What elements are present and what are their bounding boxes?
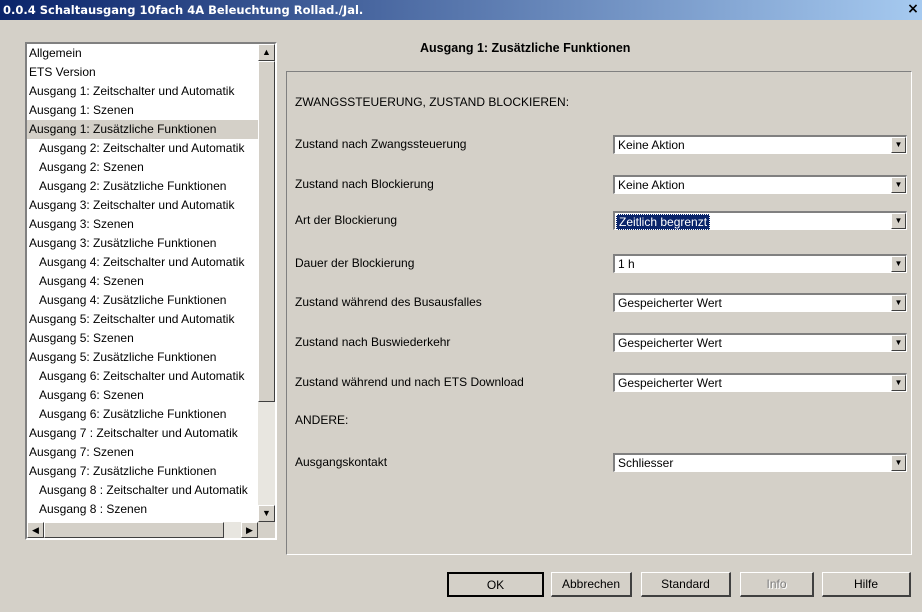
parameter-dropdown[interactable]: Keine Aktion ▼ (613, 175, 907, 194)
parameter-label: Ausgangskontakt (295, 455, 388, 469)
parameter-label: Zustand nach Blockierung (295, 177, 434, 191)
standard-button[interactable]: Standard (641, 572, 731, 597)
tree-item[interactable]: Ausgang 4: Zusätzliche Funktionen (27, 291, 258, 310)
parameter-dropdown[interactable]: 1 h ▼ (613, 254, 907, 273)
parameter-dropdown[interactable]: Gespeicherter Wert ▼ (613, 373, 907, 392)
tree-item[interactable]: Ausgang 8 : Szenen (27, 500, 258, 519)
tree-item[interactable]: Ausgang 2: Zusätzliche Funktionen (27, 177, 258, 196)
scroll-right-icon[interactable]: ▶ (241, 522, 258, 538)
parameter-label: Zustand während und nach ETS Download (295, 375, 524, 389)
chevron-down-icon[interactable]: ▼ (891, 455, 906, 471)
tree-item[interactable]: Allgemein (27, 44, 258, 63)
parameter-label: Zustand nach Buswiederkehr (295, 335, 451, 349)
dropdown-value: Gespeicherter Wert (618, 376, 722, 390)
title-bar: 0.0.4 Schaltausgang 10fach 4A Beleuchtun… (0, 0, 922, 20)
tree-item[interactable]: Ausgang 3: Zeitschalter und Automatik (27, 196, 258, 215)
info-button[interactable]: Info (740, 572, 814, 597)
page-title: Ausgang 1: Zusätzliche Funktionen (420, 41, 631, 55)
cancel-button[interactable]: Abbrechen (551, 572, 632, 597)
tree-item[interactable]: Ausgang 7: Szenen (27, 443, 258, 462)
dropdown-value: 1 h (618, 257, 635, 271)
ok-button[interactable]: OK (447, 572, 544, 597)
tree-item[interactable]: Ausgang 7 : Zeitschalter und Automatik (27, 424, 258, 443)
parameter-dropdown[interactable]: Keine Aktion ▼ (613, 135, 907, 154)
scroll-up-icon[interactable]: ▲ (258, 44, 275, 61)
vertical-scroll-thumb[interactable] (258, 61, 275, 402)
chevron-down-icon[interactable]: ▼ (891, 213, 906, 229)
close-icon[interactable]: × (906, 2, 920, 16)
section-other: ANDERE: (295, 413, 349, 427)
scroll-down-icon[interactable]: ▼ (258, 505, 275, 522)
tree-item[interactable]: Ausgang 7: Zusätzliche Funktionen (27, 462, 258, 481)
tree-item[interactable]: Ausgang 2: Zeitschalter und Automatik (27, 139, 258, 158)
tree-item[interactable]: Ausgang 5: Zusätzliche Funktionen (27, 348, 258, 367)
vertical-scrollbar[interactable]: ▲ ▼ (258, 44, 275, 522)
tree-item[interactable]: Ausgang 3: Zusätzliche Funktionen (27, 234, 258, 253)
scroll-corner (258, 522, 275, 538)
parameter-label: Zustand nach Zwangssteuerung (295, 137, 467, 151)
tree-item[interactable]: Ausgang 3: Szenen (27, 215, 258, 234)
tree-item[interactable]: Ausgang 2: Szenen (27, 158, 258, 177)
tree-item[interactable]: Ausgang 6: Zusätzliche Funktionen (27, 405, 258, 424)
dropdown-value: Schliesser (618, 456, 674, 470)
horizontal-scrollbar[interactable]: ◀ ▶ (27, 522, 258, 538)
dropdown-value: Gespeicherter Wert (618, 296, 722, 310)
tree-item[interactable]: Ausgang 5: Szenen (27, 329, 258, 348)
chevron-down-icon[interactable]: ▼ (891, 177, 906, 193)
parameter-dropdown[interactable]: Gespeicherter Wert ▼ (613, 333, 907, 352)
parameter-tree[interactable]: Allgemein ETS Version Ausgang 1: Zeitschal… (25, 42, 277, 540)
tree-item[interactable]: Ausgang 4: Szenen (27, 272, 258, 291)
tree-list: Allgemein ETS Version Ausgang 1: Zeitschal… (27, 44, 258, 522)
section-forced-control: ZWANGSSTEUERUNG, ZUSTAND BLOCKIEREN: (295, 95, 570, 109)
dropdown-value: Keine Aktion (618, 138, 685, 152)
chevron-down-icon[interactable]: ▼ (891, 256, 906, 272)
tree-item[interactable]: Ausgang 6: Szenen (27, 386, 258, 405)
parameter-label: Art der Blockierung (295, 213, 398, 227)
scroll-left-icon[interactable]: ◀ (27, 522, 44, 538)
dropdown-value: Keine Aktion (618, 178, 685, 192)
dropdown-value: Zeitlich begrenzt (616, 214, 711, 230)
tree-item[interactable]: Ausgang 4: Zeitschalter und Automatik (27, 253, 258, 272)
parameter-label: Zustand während des Busausfalles (295, 295, 482, 309)
tree-item[interactable]: Ausgang 1: Szenen (27, 101, 258, 120)
help-button[interactable]: Hilfe (822, 572, 911, 597)
parameter-dropdown[interactable]: Zeitlich begrenzt ▼ (613, 211, 907, 230)
horizontal-scroll-thumb[interactable] (44, 522, 224, 538)
chevron-down-icon[interactable]: ▼ (891, 137, 906, 153)
parameter-dropdown[interactable]: Schliesser ▼ (613, 453, 907, 472)
chevron-down-icon[interactable]: ▼ (891, 375, 906, 391)
tree-item[interactable]: ETS Version (27, 63, 258, 82)
tree-item[interactable]: Ausgang 6: Zeitschalter und Automatik (27, 367, 258, 386)
dropdown-value: Gespeicherter Wert (618, 336, 722, 350)
chevron-down-icon[interactable]: ▼ (891, 295, 906, 311)
tree-item[interactable]: Ausgang 1: Zusätzliche Funktionen (27, 120, 258, 139)
parameter-dropdown[interactable]: Gespeicherter Wert ▼ (613, 293, 907, 312)
tree-item[interactable]: Ausgang 5: Zeitschalter und Automatik (27, 310, 258, 329)
tree-item[interactable]: Ausgang 8 : Zeitschalter und Automatik (27, 481, 258, 500)
parameter-label: Dauer der Blockierung (295, 256, 415, 270)
window-title: 0.0.4 Schaltausgang 10fach 4A Beleuchtun… (3, 3, 364, 17)
tree-item[interactable]: Ausgang 1: Zeitschalter und Automatik (27, 82, 258, 101)
chevron-down-icon[interactable]: ▼ (891, 335, 906, 351)
